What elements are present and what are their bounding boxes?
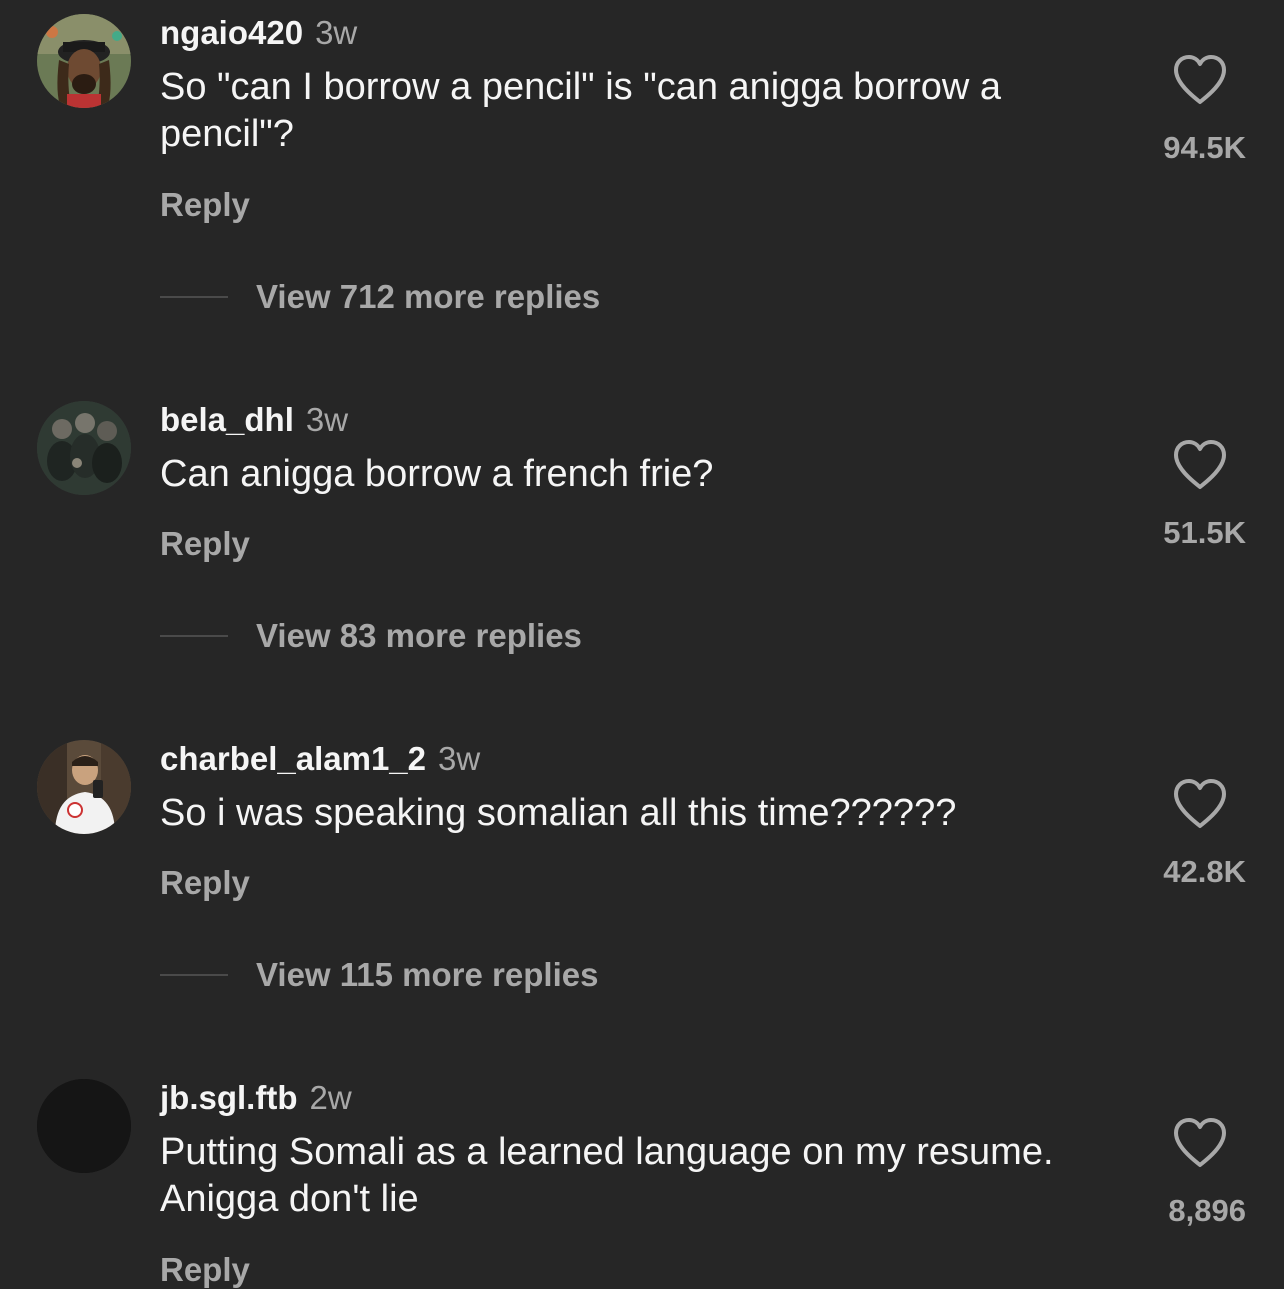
divider-line [160,296,228,298]
avatar[interactable] [37,740,131,834]
comment-text: Can anigga borrow a french frie? [160,453,714,495]
comment-text: So i was speaking somalian all this time… [160,792,957,834]
view-more-replies-label: View 83 more replies [256,617,582,654]
reply-button[interactable]: Reply [160,525,250,563]
like-button[interactable] [1172,54,1228,106]
like-button[interactable] [1172,1117,1228,1169]
view-more-replies-button[interactable]: View 712 more replies [160,278,600,316]
username[interactable]: ngaio420 [160,14,303,52]
comment-text: So "can I borrow a pencil" is "can anigg… [160,66,1002,155]
avatar[interactable] [37,401,131,495]
timestamp: 3w [315,14,358,51]
username[interactable]: bela_dhl [160,401,294,439]
like-count: 51.5K [1163,515,1246,550]
comment-header: jb.sgl.ftb 2w [160,1079,352,1123]
comment-text: Putting Somali as a learned language on … [160,1131,1054,1220]
reply-button[interactable]: Reply [160,186,250,224]
mirror-selfie-avatar-icon [37,740,131,834]
heart-icon [1174,440,1226,489]
comment-header: ngaio420 3w [160,14,357,58]
dark-avatar-icon [37,1079,131,1173]
timestamp: 2w [309,1079,352,1116]
like-button[interactable] [1172,439,1228,491]
like-count: 8,896 [1168,1193,1246,1228]
timestamp: 3w [305,401,349,438]
avatar[interactable] [37,1079,131,1173]
group-photo-avatar-icon [37,401,131,495]
like-button[interactable] [1172,778,1228,830]
reply-button[interactable]: Reply [160,1251,250,1289]
dreadlocks-person-avatar-icon [37,14,131,108]
view-more-replies-label: View 115 more replies [256,956,599,993]
like-count: 42.8K [1163,854,1246,889]
username[interactable]: charbel_alam1_2 [160,740,426,778]
heart-icon [1174,1118,1226,1167]
comment-header: charbel_alam1_2 3w [160,740,480,784]
timestamp: 3w [438,740,481,777]
divider-line [160,635,228,637]
heart-icon [1174,55,1226,104]
view-more-replies-button[interactable]: View 115 more replies [160,956,598,994]
username[interactable]: jb.sgl.ftb [160,1079,297,1117]
view-more-replies-button[interactable]: View 83 more replies [160,617,582,655]
view-more-replies-label: View 712 more replies [256,278,601,315]
like-count: 94.5K [1163,130,1246,165]
comment-header: bela_dhl 3w [160,401,348,445]
heart-icon [1174,779,1226,828]
reply-button[interactable]: Reply [160,864,250,902]
avatar[interactable] [37,14,131,108]
divider-line [160,974,228,976]
